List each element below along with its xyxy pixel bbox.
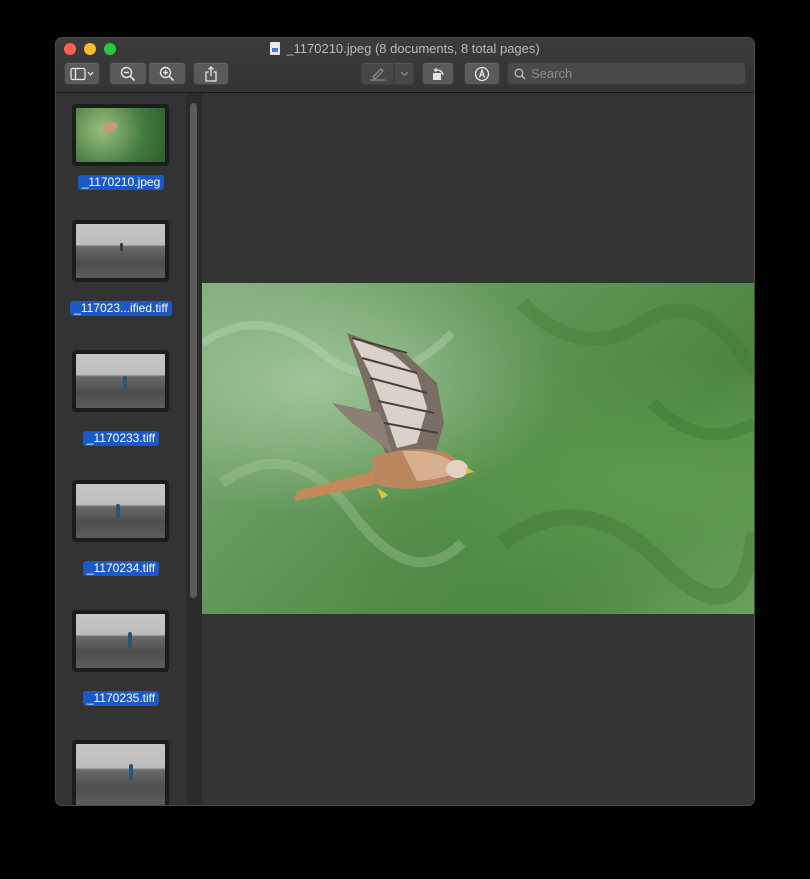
thumbnail-image bbox=[76, 614, 165, 668]
share-button[interactable] bbox=[193, 62, 229, 85]
thumbnail-item[interactable]: _117023...ified.tiff bbox=[56, 220, 186, 320]
thumbnail-image bbox=[76, 354, 165, 408]
rotate-left-icon bbox=[433, 67, 444, 80]
zoom-out-button[interactable] bbox=[109, 62, 147, 85]
toolbar: _1170210.jpeg (8 documents, 8 total page… bbox=[56, 38, 754, 93]
thumbnail-image bbox=[76, 484, 165, 538]
thumbnail-image bbox=[76, 108, 165, 162]
thumbnail-item[interactable] bbox=[56, 740, 186, 805]
thumbnail-label: _1170234.tiff bbox=[82, 561, 160, 576]
image-viewer bbox=[202, 93, 754, 805]
thumbnail-item[interactable]: _1170210.jpeg bbox=[56, 104, 186, 204]
thumbnail-label: _117023...ified.tiff bbox=[70, 301, 172, 316]
sidebar-toggle-button[interactable] bbox=[64, 62, 100, 85]
zoom-in-button[interactable] bbox=[148, 62, 186, 85]
preview-window: _1170210.jpeg (8 documents, 8 total page… bbox=[56, 38, 754, 805]
thumbnail-label: _1170210.jpeg bbox=[77, 175, 165, 190]
thumbnail-item[interactable]: _1170234.tiff bbox=[56, 480, 186, 580]
thumbnail[interactable] bbox=[72, 350, 169, 412]
search-input[interactable] bbox=[531, 66, 731, 81]
markup-pen-icon bbox=[474, 66, 490, 81]
markup-button[interactable] bbox=[464, 62, 500, 85]
zoom-in-icon bbox=[159, 66, 175, 81]
bird-photo-drawing bbox=[202, 298, 754, 605]
thumbnail[interactable] bbox=[72, 104, 169, 166]
thumbnail-image bbox=[76, 744, 165, 805]
highlight-options-button[interactable] bbox=[394, 62, 414, 85]
sidebar-icon bbox=[70, 67, 94, 80]
share-icon bbox=[205, 65, 217, 82]
sidebar-scrollbar[interactable] bbox=[186, 93, 201, 805]
thumbnail[interactable] bbox=[72, 610, 169, 672]
thumbnail-item[interactable]: _1170235.tiff bbox=[56, 610, 186, 710]
thumbnail-item[interactable]: _1170233.tiff bbox=[56, 350, 186, 450]
search-field[interactable] bbox=[507, 62, 746, 85]
rotate-button[interactable] bbox=[422, 62, 454, 85]
thumbnail[interactable] bbox=[72, 480, 169, 542]
main-image bbox=[202, 283, 754, 614]
highlight-button[interactable] bbox=[361, 62, 394, 85]
chevron-down-icon bbox=[400, 71, 408, 76]
highlighter-icon bbox=[369, 67, 385, 81]
thumbnail-image bbox=[76, 224, 165, 278]
thumbnail-sidebar: _1170210.jpeg _117023...ified.tiff _1170… bbox=[56, 93, 201, 805]
zoom-out-icon bbox=[120, 66, 136, 81]
thumbnail[interactable] bbox=[72, 740, 169, 805]
thumbnail[interactable] bbox=[72, 220, 169, 282]
search-icon bbox=[514, 68, 526, 79]
document-icon bbox=[270, 42, 281, 55]
window-title-text: _1170210.jpeg (8 documents, 8 total page… bbox=[286, 41, 540, 56]
window-title: _1170210.jpeg (8 documents, 8 total page… bbox=[56, 41, 754, 57]
thumbnail-label: _1170235.tiff bbox=[82, 691, 160, 706]
scrollbar-thumb[interactable] bbox=[190, 103, 197, 598]
thumbnail-label: _1170233.tiff bbox=[82, 431, 160, 446]
